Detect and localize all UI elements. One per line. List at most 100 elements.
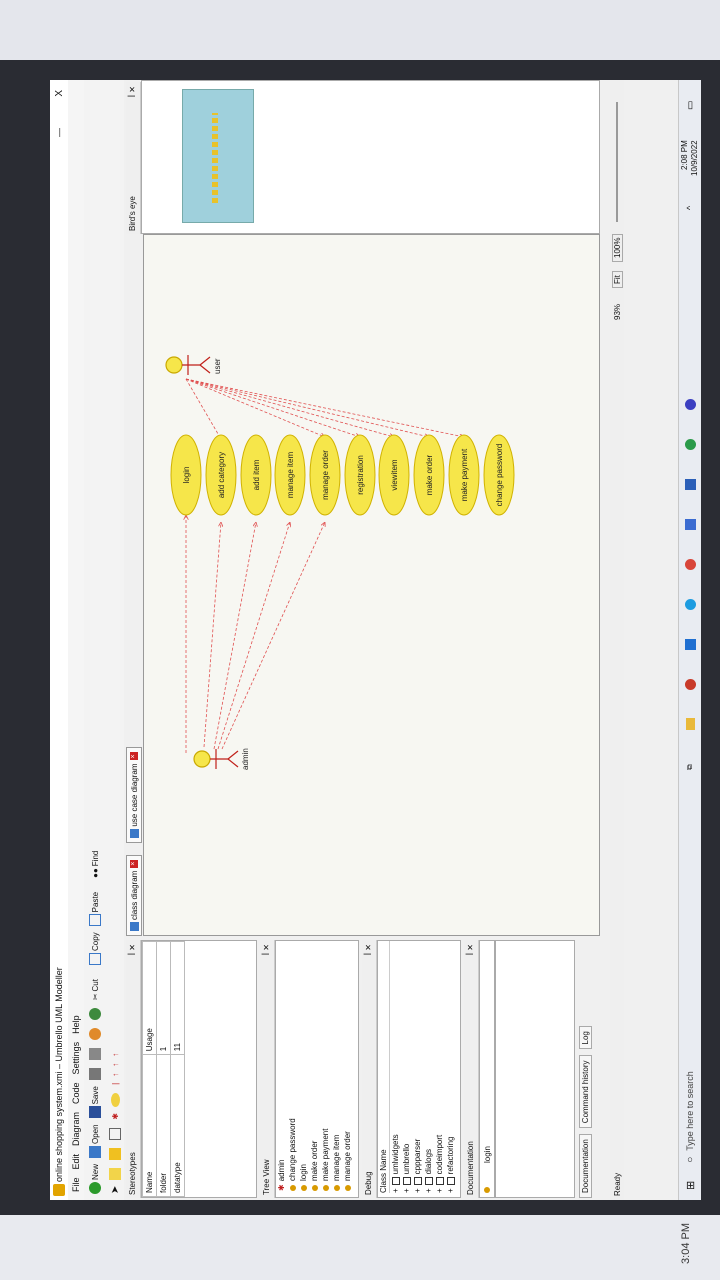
menu-diagram[interactable]: Diagram [71, 1112, 81, 1146]
tree-item-login[interactable]: login [298, 941, 309, 1191]
menu-settings[interactable]: Settings [71, 1042, 81, 1075]
checkbox[interactable] [446, 1177, 455, 1186]
uni-association-tool[interactable]: ↑ [111, 1053, 120, 1057]
table-row[interactable]: datatype 11 [170, 941, 185, 1197]
copy-button[interactable]: Copy [89, 932, 101, 966]
actor-tool[interactable]: ✱ [111, 1113, 120, 1120]
zoom-100-button[interactable]: 100% [611, 233, 623, 262]
stereotypes-table: Name Usage folder 1 datatype 11 [142, 941, 185, 1197]
select-tool[interactable]: ➤ [110, 1186, 121, 1194]
chrome-icon[interactable] [684, 559, 696, 570]
tab-use-case-diagram[interactable]: use case diagram × [126, 747, 142, 843]
tree-item-make-payment[interactable]: make payment [320, 941, 331, 1191]
zoom-slider[interactable] [616, 102, 618, 222]
usecase-label-make-payment: make payment [460, 448, 469, 501]
expand-icon: + [446, 1188, 455, 1193]
menu-code[interactable]: Code [71, 1082, 81, 1104]
association-tool[interactable]: | [111, 1083, 120, 1085]
save-button[interactable]: Save [89, 1086, 101, 1119]
app-icon-3[interactable] [684, 399, 696, 410]
checkbox[interactable] [413, 1177, 422, 1186]
open-button[interactable]: Open [89, 1124, 101, 1158]
tree-item-admin[interactable]: ✱admin [276, 941, 287, 1192]
use-case-diagram: admin user login add category add item m… [165, 355, 515, 770]
documentation-title: Documentation [466, 1141, 475, 1195]
checkbox[interactable] [435, 1177, 444, 1186]
debug-item-refactoring[interactable]: +refactoring [445, 941, 456, 1193]
text-tool[interactable] [109, 1166, 121, 1180]
tree-item-manage-item[interactable]: manage item [331, 941, 342, 1191]
usecase-tool[interactable] [110, 1091, 120, 1107]
word-icon[interactable] [684, 479, 696, 490]
tab-documentation[interactable]: Documentation [578, 1134, 592, 1198]
panel-close-icon[interactable]: ꟾ ✕ [464, 944, 478, 955]
tree-item-change-password[interactable]: change password [287, 941, 298, 1191]
app-icon-2[interactable] [684, 439, 696, 450]
debug-item-codeimport[interactable]: +codeimport [434, 941, 445, 1193]
notification-icon[interactable]: ▭ [685, 101, 696, 110]
close-tab-icon[interactable]: × [130, 752, 138, 761]
actor-admin[interactable] [193, 749, 239, 769]
use-cases: login add category add item manage item … [170, 434, 515, 516]
tray-up-icon[interactable]: ^ [685, 206, 695, 210]
birds-eye-viewport[interactable] [182, 89, 254, 223]
box-tool[interactable] [109, 1126, 121, 1140]
tree-item-manage-order[interactable]: manage order [342, 941, 353, 1191]
column-header-usage[interactable]: Usage [142, 941, 157, 1055]
checkbox[interactable] [424, 1177, 433, 1186]
taskbar-search[interactable]: Type here to search [685, 1071, 695, 1151]
documentation-name: login [482, 1146, 492, 1163]
expand-icon: + [402, 1188, 411, 1193]
directed-arrow-icon: ↑ [110, 1052, 120, 1057]
minimize-button[interactable]: — [54, 128, 64, 137]
fit-button[interactable]: Fit [611, 271, 623, 288]
panel-close-icon[interactable]: ꟾ ✕ [126, 86, 140, 97]
table-row[interactable]: folder 1 [156, 941, 171, 1197]
note-tool[interactable] [109, 1146, 121, 1160]
text-icon [109, 1167, 121, 1180]
documentation-textarea[interactable] [495, 940, 575, 1198]
generalization-tool[interactable]: ↑ [111, 1073, 120, 1077]
birds-eye-view[interactable] [141, 80, 600, 234]
column-header-name[interactable]: Name [142, 1054, 157, 1197]
diagram-canvas[interactable]: admin user login add category add item m… [143, 234, 600, 936]
edge-icon[interactable] [684, 599, 696, 610]
print-preview-button[interactable] [89, 1046, 101, 1061]
store-icon[interactable] [684, 519, 696, 530]
close-tab-icon[interactable]: × [130, 859, 138, 868]
tab-command-history[interactable]: Command history [578, 1055, 592, 1129]
new-button[interactable]: New [89, 1164, 101, 1194]
checkbox[interactable] [391, 1177, 400, 1186]
menu-edit[interactable]: Edit [71, 1154, 81, 1170]
windows-start-icon[interactable]: ⊞ [684, 1181, 697, 1190]
panel-close-icon[interactable]: ꟾ ✕ [126, 944, 140, 955]
checkbox[interactable] [402, 1177, 411, 1186]
panel-close-icon[interactable]: ꟾ ✕ [260, 944, 274, 955]
app-icon[interactable] [684, 679, 696, 690]
undo-button[interactable] [89, 1026, 101, 1041]
debug-item-umlwidgets[interactable]: +umlwidgets [390, 941, 401, 1193]
dependency-tool[interactable]: ↑ [111, 1063, 120, 1067]
pointer-icon: ➤ [109, 1185, 121, 1194]
tab-class-diagram[interactable]: class diagram × [126, 854, 142, 936]
usecase-icon [322, 1185, 329, 1191]
tab-log[interactable]: Log [578, 1026, 592, 1050]
find-button[interactable]: ●● Find [91, 851, 100, 878]
actor-user[interactable] [165, 355, 211, 375]
tree-item-make-order[interactable]: make order [309, 941, 320, 1191]
panel-close-icon[interactable]: ꟾ ✕ [362, 944, 376, 955]
debug-item-umbrello[interactable]: +umbrello [401, 941, 412, 1193]
debug-item-dialogs[interactable]: +dialogs [423, 941, 434, 1193]
close-button[interactable]: X [54, 90, 65, 97]
redo-button[interactable] [89, 1006, 101, 1021]
print-button[interactable] [89, 1066, 101, 1081]
mail-icon[interactable] [684, 639, 696, 650]
menu-help[interactable]: Help [71, 1015, 81, 1034]
menu-file[interactable]: File [71, 1177, 81, 1192]
task-view-icon[interactable]: ⧉ [685, 764, 695, 770]
cut-button[interactable]: ✂ Cut [91, 979, 100, 1000]
file-explorer-icon[interactable] [685, 718, 695, 730]
paste-button[interactable]: Paste [89, 892, 101, 927]
debug-item-cppparser[interactable]: +cppparser [412, 941, 423, 1193]
debug-panel: Debug ꟾ ✕ Class Name +umlwidgets +umbrell… [362, 940, 462, 1198]
